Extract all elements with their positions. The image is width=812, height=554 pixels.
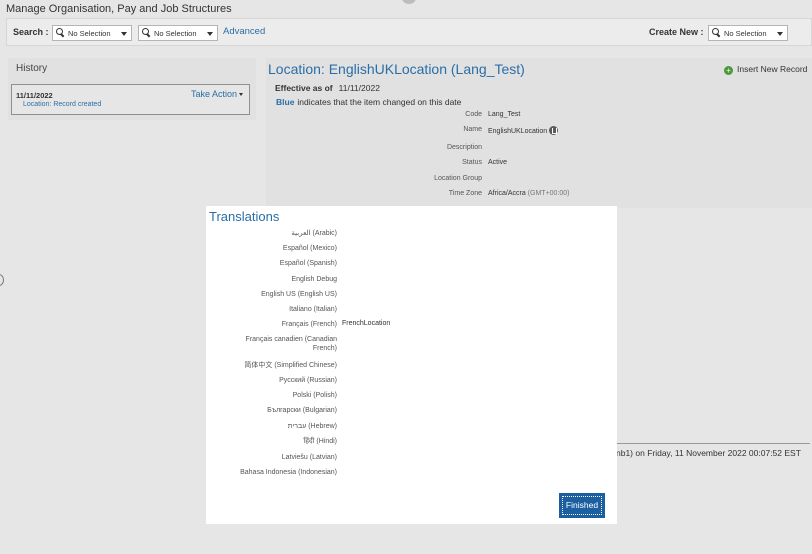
field-value-text: EnglishUKLocation bbox=[488, 128, 548, 135]
history-entry-date: 11/11/2022 bbox=[16, 91, 53, 100]
chevron-down-icon bbox=[207, 32, 213, 36]
plus-icon: + bbox=[724, 66, 733, 75]
footer-status-text: nb1) on Friday, 11 November 2022 00:07:5… bbox=[616, 448, 801, 458]
effective-date-value: 11/11/2022 bbox=[338, 83, 380, 93]
footer-divider bbox=[616, 443, 810, 444]
language-label: עברית (Hebrew) bbox=[287, 423, 337, 430]
location-detail-panel: Location: EnglishUKLocation (Lang_Test) … bbox=[266, 58, 812, 208]
language-label: العربية (Arabic) bbox=[291, 230, 337, 237]
translation-value[interactable]: FrenchLocation bbox=[342, 320, 390, 327]
insert-new-record-label: Insert New Record bbox=[737, 64, 808, 74]
field-row-status: Status Active bbox=[266, 159, 812, 171]
history-entry-description[interactable]: Location: Record created bbox=[23, 101, 101, 108]
field-value: Active bbox=[488, 159, 508, 166]
field-label: Status bbox=[462, 159, 482, 166]
field-row-description: Description bbox=[266, 144, 812, 156]
field-label: Description bbox=[446, 144, 482, 151]
take-action-menu[interactable]: Take Action bbox=[191, 89, 243, 99]
language-label: Español (Mexico) bbox=[282, 245, 337, 252]
field-value: EnglishUKLocation bbox=[488, 126, 559, 135]
field-row-location-group: Location Group bbox=[266, 175, 812, 187]
effective-date: Effective as of 11/11/2022 bbox=[275, 83, 380, 93]
language-label: Български (Bulgarian) bbox=[267, 407, 337, 414]
language-label: English Debug bbox=[291, 276, 337, 283]
left-drag-handle[interactable] bbox=[0, 274, 4, 286]
finished-button[interactable]: Finished bbox=[559, 493, 605, 518]
language-label: Italiano (Italian) bbox=[289, 306, 337, 313]
field-row-time-zone: Time Zone Africa/Accra (GMT+00:00) bbox=[266, 190, 812, 202]
search-toolbar: Search : No Selection No Selection Advan… bbox=[6, 18, 812, 46]
search-icon bbox=[142, 28, 150, 36]
field-label: Time Zone bbox=[448, 190, 482, 197]
changed-note: Blue indicates that the item changed on t… bbox=[276, 97, 461, 107]
location-title: Location: EnglishUKLocation (Lang_Test) bbox=[268, 61, 525, 77]
language-label: Bahasa Indonesia (Indonesian) bbox=[240, 469, 337, 476]
language-label: English US (English US) bbox=[261, 291, 337, 298]
search-select-1-value: No Selection bbox=[68, 29, 111, 38]
page-title: Manage Organisation, Pay and Job Structu… bbox=[6, 3, 232, 15]
language-label: Français (French) bbox=[281, 321, 337, 328]
hierarchy-icon[interactable] bbox=[549, 126, 559, 135]
field-value: Lang_Test bbox=[488, 111, 521, 118]
search-icon bbox=[56, 28, 64, 36]
chevron-down-icon bbox=[121, 32, 127, 36]
field-value-extra: (GMT+00:00) bbox=[527, 190, 570, 197]
translations-dialog: Translations العربية (Arabic) Español (M… bbox=[206, 206, 617, 524]
dialog-title: Translations bbox=[209, 209, 280, 224]
search-label: Search : bbox=[13, 27, 49, 37]
advanced-search-link[interactable]: Advanced bbox=[223, 26, 265, 37]
top-indicator bbox=[402, 0, 416, 4]
search-select-2[interactable]: No Selection bbox=[138, 25, 218, 41]
field-value: Africa/Accra (GMT+00:00) bbox=[488, 190, 570, 197]
search-select-2-value: No Selection bbox=[154, 29, 197, 38]
chevron-down-icon bbox=[239, 93, 243, 97]
language-label: Español (Spanish) bbox=[279, 260, 337, 267]
search-icon bbox=[712, 28, 720, 36]
field-value-text: Africa/Accra bbox=[488, 190, 526, 197]
changed-note-text: indicates that the item changed on this … bbox=[297, 97, 462, 107]
history-entry[interactable]: 11/11/2022 Location: Record created Take… bbox=[11, 84, 250, 115]
field-label: Location Group bbox=[434, 175, 482, 182]
language-label: हिंदी (Hindi) bbox=[303, 438, 337, 445]
changed-note-blue: Blue bbox=[276, 97, 295, 107]
field-row-name: Name EnglishUKLocation bbox=[266, 126, 812, 138]
effective-label: Effective as of bbox=[275, 83, 333, 93]
language-label: Latviešu (Latvian) bbox=[281, 454, 337, 461]
take-action-label: Take Action bbox=[190, 89, 237, 99]
search-select-1[interactable]: No Selection bbox=[52, 25, 132, 41]
create-new-select[interactable]: No Selection bbox=[708, 25, 788, 41]
create-new-select-value: No Selection bbox=[724, 29, 767, 38]
history-title: History bbox=[16, 63, 48, 74]
history-panel: History 11/11/2022 Location: Record crea… bbox=[8, 58, 256, 120]
field-label: Name bbox=[463, 126, 482, 133]
language-label: Français canadien (Canadian French) bbox=[245, 336, 337, 352]
chevron-down-icon bbox=[777, 32, 783, 36]
create-new-label: Create New : bbox=[649, 27, 704, 37]
language-label: Polski (Polish) bbox=[292, 392, 337, 399]
language-label: Русский (Russian) bbox=[279, 377, 337, 384]
field-label: Code bbox=[465, 111, 482, 118]
language-label: 简体中文 (Simplified Chinese) bbox=[244, 362, 337, 369]
insert-new-record-button[interactable]: + Insert New Record bbox=[724, 64, 807, 75]
field-row-code: Code Lang_Test bbox=[266, 111, 812, 123]
